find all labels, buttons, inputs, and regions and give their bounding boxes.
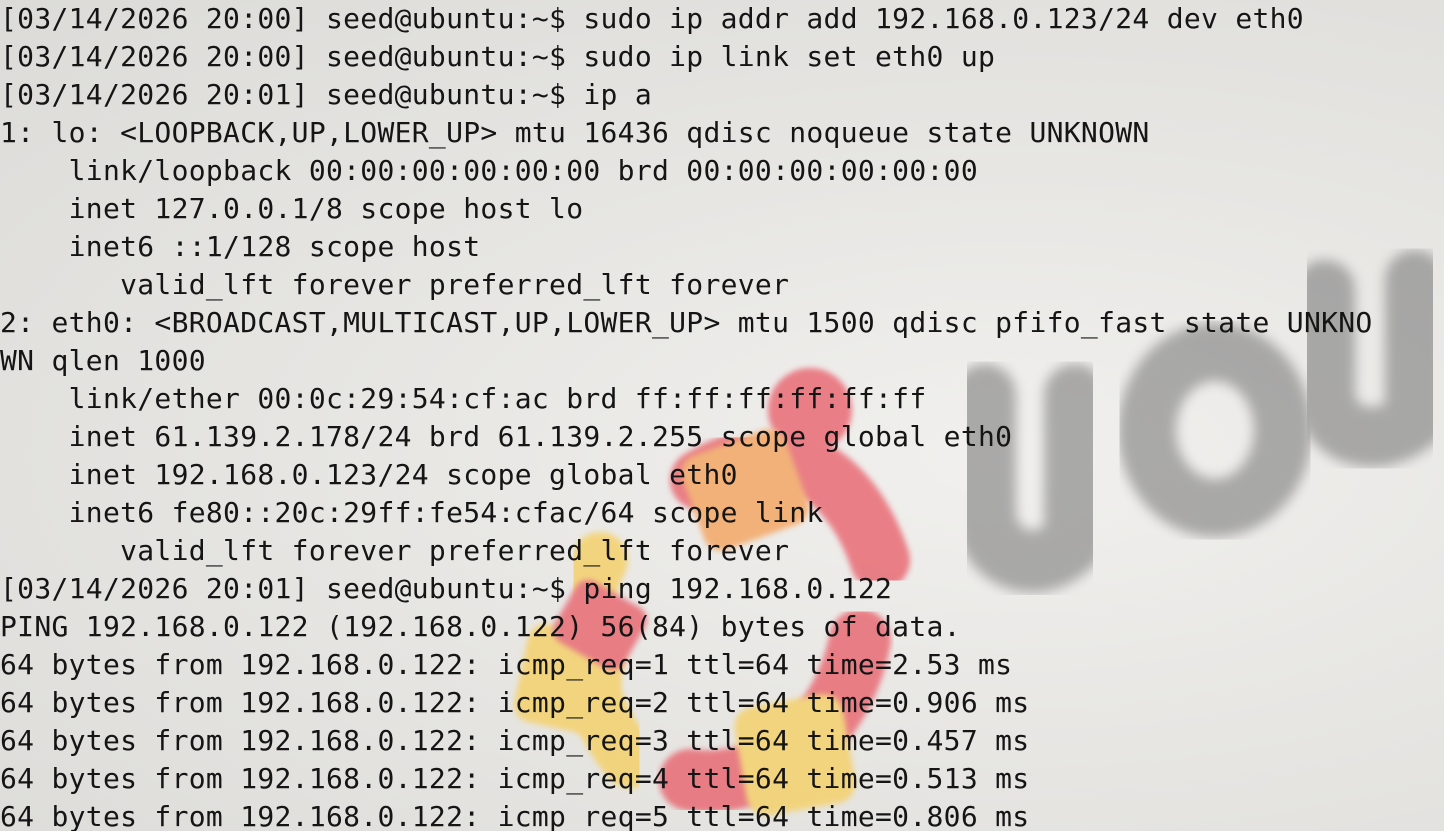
terminal-line: 64 bytes from 192.168.0.122: icmp_req=4 … [0,762,1030,795]
terminal-line: inet 61.139.2.178/24 brd 61.139.2.255 sc… [0,420,1013,453]
terminal-line: 64 bytes from 192.168.0.122: icmp_req=1 … [0,648,1013,681]
terminal-line: [03/14/2026 20:01] seed@ubuntu:~$ ip a [0,78,652,111]
terminal-output[interactable]: [03/14/2026 20:00] seed@ubuntu:~$ sudo i… [0,0,1444,831]
terminal-line: [03/14/2026 20:00] seed@ubuntu:~$ sudo i… [0,40,996,73]
terminal-line: 1: lo: <LOOPBACK,UP,LOWER_UP> mtu 16436 … [0,116,1150,149]
terminal-line: valid_lft forever preferred_lft forever [0,534,790,567]
terminal-line: inet 192.168.0.123/24 scope global eth0 [0,458,738,491]
terminal-line: 64 bytes from 192.168.0.122: icmp_req=3 … [0,724,1030,757]
terminal-line: link/ether 00:0c:29:54:cf:ac brd ff:ff:f… [0,382,927,415]
terminal-line: 64 bytes from 192.168.0.122: icmp_req=5 … [0,800,1030,831]
terminal-line: [03/14/2026 20:01] seed@ubuntu:~$ ping 1… [0,572,893,605]
terminal-line: inet6 fe80::20c:29ff:fe54:cfac/64 scope … [0,496,824,529]
terminal-line: 2: eth0: <BROADCAST,MULTICAST,UP,LOWER_U… [0,306,1373,339]
terminal-line: inet 127.0.0.1/8 scope host lo [0,192,584,225]
terminal-line: 64 bytes from 192.168.0.122: icmp_req=2 … [0,686,1030,719]
terminal-line: link/loopback 00:00:00:00:00:00 brd 00:0… [0,154,978,187]
terminal-line: PING 192.168.0.122 (192.168.0.122) 56(84… [0,610,961,643]
terminal-line: WN qlen 1000 [0,344,206,377]
terminal-line: inet6 ::1/128 scope host [0,230,481,263]
terminal-line: valid_lft forever preferred_lft forever [0,268,790,301]
terminal-line: [03/14/2026 20:00] seed@ubuntu:~$ sudo i… [0,2,1304,35]
